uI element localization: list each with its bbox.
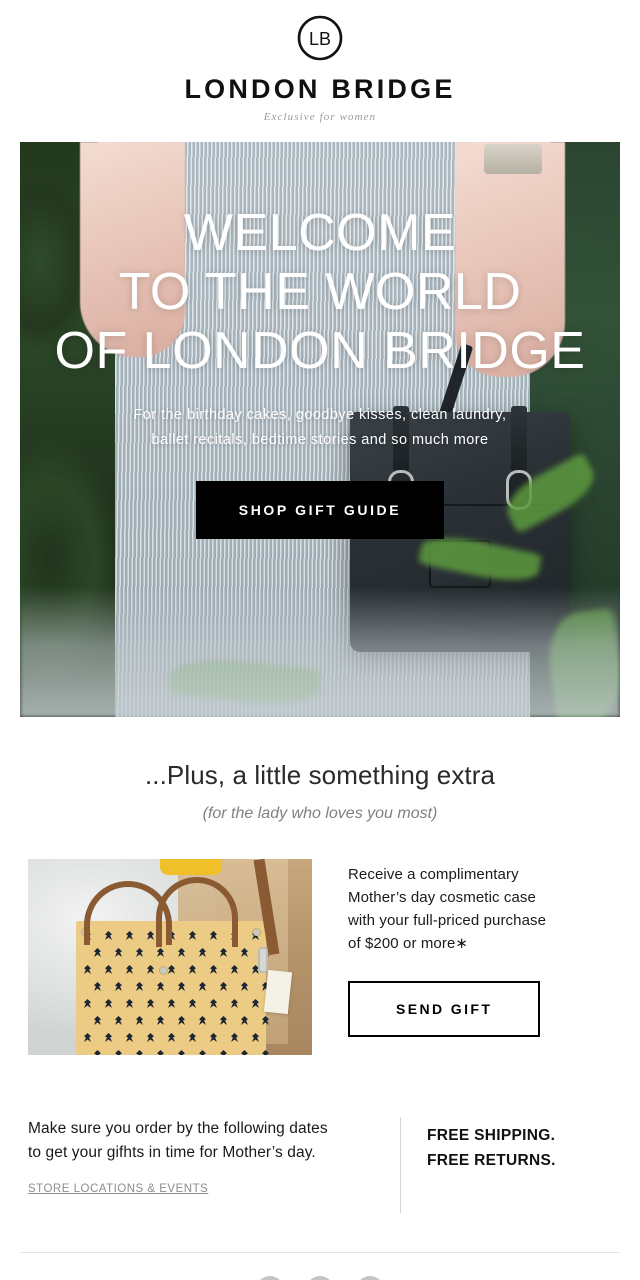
extra-title: ...Plus, a little something extra <box>144 760 496 790</box>
email-page: LB LONDON BRIDGE Exclusive for women WEL… <box>0 0 640 1280</box>
offer-product-photo <box>28 859 312 1055</box>
hero-banner: WELCOME TO THE WORLD OF LONDON BRIDGE Fo… <box>20 142 620 717</box>
order-deadline-note: Make sure you order by the following dat… <box>28 1120 328 1162</box>
info-right-column: FREE SHIPPING. FREE RETURNS. <box>427 1117 556 1173</box>
hero-subtitle: For the birthday cakes, goodbye kisses, … <box>133 407 507 449</box>
facebook-icon[interactable] <box>256 1276 284 1280</box>
shop-gift-guide-button[interactable]: SHOP GIFT GUIDE <box>195 481 445 540</box>
pinterest-icon[interactable] <box>356 1276 384 1280</box>
twitter-icon[interactable] <box>306 1276 334 1280</box>
footer-divider <box>20 1252 620 1253</box>
lb-monogram-circle-icon: LB <box>297 15 343 61</box>
hero-content: WELCOME TO THE WORLD OF LONDON BRIDGE Fo… <box>20 142 620 717</box>
offer-section: Receive a complimentary Mother’s day cos… <box>28 859 620 1055</box>
info-left-column: Make sure you order by the following dat… <box>28 1117 400 1197</box>
offer-copy: Receive a complimentary Mother’s day cos… <box>348 859 547 1038</box>
extra-section: ...Plus, a little something extra (for t… <box>0 717 640 823</box>
social-links <box>0 1276 640 1280</box>
store-locations-link[interactable]: STORE LOCATIONS & EVENTS <box>28 1183 208 1195</box>
extra-subtitle: (for the lady who loves you most) <box>202 805 438 822</box>
email-header: LB LONDON BRIDGE Exclusive for women <box>0 0 640 123</box>
shipping-returns-text: FREE SHIPPING. FREE RETURNS. <box>427 1127 556 1170</box>
brand-tagline: Exclusive for women <box>263 111 377 123</box>
offer-description: Receive a complimentary Mother’s day cos… <box>348 866 547 953</box>
info-section: Make sure you order by the following dat… <box>28 1117 620 1213</box>
svg-text:LB: LB <box>309 29 331 49</box>
brand-name: LONDON BRIDGE <box>184 74 456 104</box>
info-vertical-divider <box>400 1117 401 1213</box>
send-gift-button[interactable]: SEND GIFT <box>348 981 541 1038</box>
hero-title: WELCOME TO THE WORLD OF LONDON BRIDGE <box>54 204 586 380</box>
